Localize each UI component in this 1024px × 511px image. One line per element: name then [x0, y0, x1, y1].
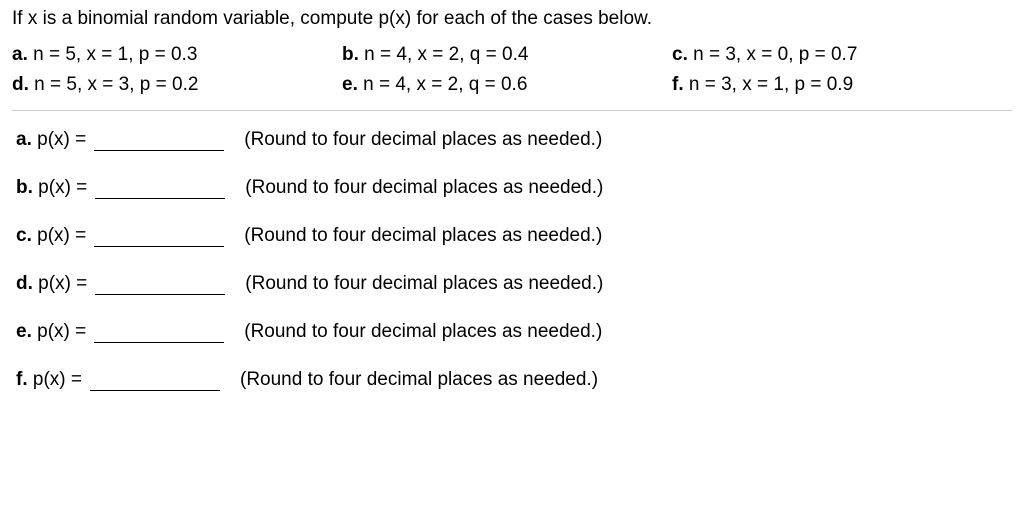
case-a: a. n = 5, x = 1, p = 0.3	[12, 44, 342, 66]
answer-a-letter: a.	[16, 129, 32, 150]
answer-row-c: c. p(x) = (Round to four decimal places …	[16, 225, 1012, 247]
case-f: f. n = 3, x = 1, p = 0.9	[672, 74, 1002, 96]
answer-row-b: b. p(x) = (Round to four decimal places …	[16, 177, 1012, 199]
answer-e-px: p(x) =	[37, 321, 86, 342]
answer-b-hint: (Round to four decimal places as needed.…	[245, 177, 603, 199]
case-f-letter: f.	[672, 74, 684, 95]
answer-c-label: c. p(x) =	[16, 225, 86, 247]
answer-f-hint: (Round to four decimal places as needed.…	[240, 369, 598, 391]
answer-a-px: p(x) =	[37, 129, 86, 150]
case-c: c. n = 3, x = 0, p = 0.7	[672, 44, 1002, 66]
answer-f-letter: f.	[16, 369, 28, 390]
answer-a-hint: (Round to four decimal places as needed.…	[244, 129, 602, 151]
answer-a-input[interactable]	[94, 130, 224, 151]
case-a-letter: a.	[12, 44, 28, 65]
answer-b-px: p(x) =	[38, 177, 87, 198]
answer-e-hint: (Round to four decimal places as needed.…	[244, 321, 602, 343]
answer-c-input[interactable]	[94, 226, 224, 247]
case-e: e. n = 4, x = 2, q = 0.6	[342, 74, 672, 96]
case-b-letter: b.	[342, 44, 359, 65]
answer-e-letter: e.	[16, 321, 32, 342]
answer-row-f: f. p(x) = (Round to four decimal places …	[16, 369, 1012, 391]
answer-b-input[interactable]	[95, 178, 225, 199]
answer-c-px: p(x) =	[37, 225, 86, 246]
answer-b-label: b. p(x) =	[16, 177, 87, 199]
case-f-text: n = 3, x = 1, p = 0.9	[689, 74, 853, 95]
case-c-text: n = 3, x = 0, p = 0.7	[693, 44, 857, 65]
answer-d-px: p(x) =	[38, 273, 87, 294]
case-d: d. n = 5, x = 3, p = 0.2	[12, 74, 342, 96]
answer-b-letter: b.	[16, 177, 33, 198]
answer-d-letter: d.	[16, 273, 33, 294]
answer-d-input[interactable]	[95, 274, 225, 295]
answer-c-hint: (Round to four decimal places as needed.…	[244, 225, 602, 247]
case-a-text: n = 5, x = 1, p = 0.3	[33, 44, 197, 65]
case-d-text: n = 5, x = 3, p = 0.2	[34, 74, 198, 95]
answer-row-a: a. p(x) = (Round to four decimal places …	[16, 129, 1012, 151]
divider	[12, 110, 1012, 111]
answer-row-d: d. p(x) = (Round to four decimal places …	[16, 273, 1012, 295]
answer-f-label: f. p(x) =	[16, 369, 82, 391]
case-b-text: n = 4, x = 2, q = 0.4	[364, 44, 528, 65]
case-e-letter: e.	[342, 74, 358, 95]
problem-intro: If x is a binomial random variable, comp…	[12, 8, 1012, 30]
case-d-letter: d.	[12, 74, 29, 95]
answer-f-input[interactable]	[90, 370, 220, 391]
answer-row-e: e. p(x) = (Round to four decimal places …	[16, 321, 1012, 343]
answer-a-label: a. p(x) =	[16, 129, 86, 151]
case-c-letter: c.	[672, 44, 688, 65]
answer-f-px: p(x) =	[33, 369, 82, 390]
answer-e-input[interactable]	[94, 322, 224, 343]
answers-list: a. p(x) = (Round to four decimal places …	[12, 129, 1012, 391]
answer-c-letter: c.	[16, 225, 32, 246]
case-b: b. n = 4, x = 2, q = 0.4	[342, 44, 672, 66]
answer-e-label: e. p(x) =	[16, 321, 86, 343]
cases-grid: a. n = 5, x = 1, p = 0.3 b. n = 4, x = 2…	[12, 44, 1012, 96]
answer-d-hint: (Round to four decimal places as needed.…	[245, 273, 603, 295]
answer-d-label: d. p(x) =	[16, 273, 87, 295]
case-e-text: n = 4, x = 2, q = 0.6	[363, 74, 527, 95]
